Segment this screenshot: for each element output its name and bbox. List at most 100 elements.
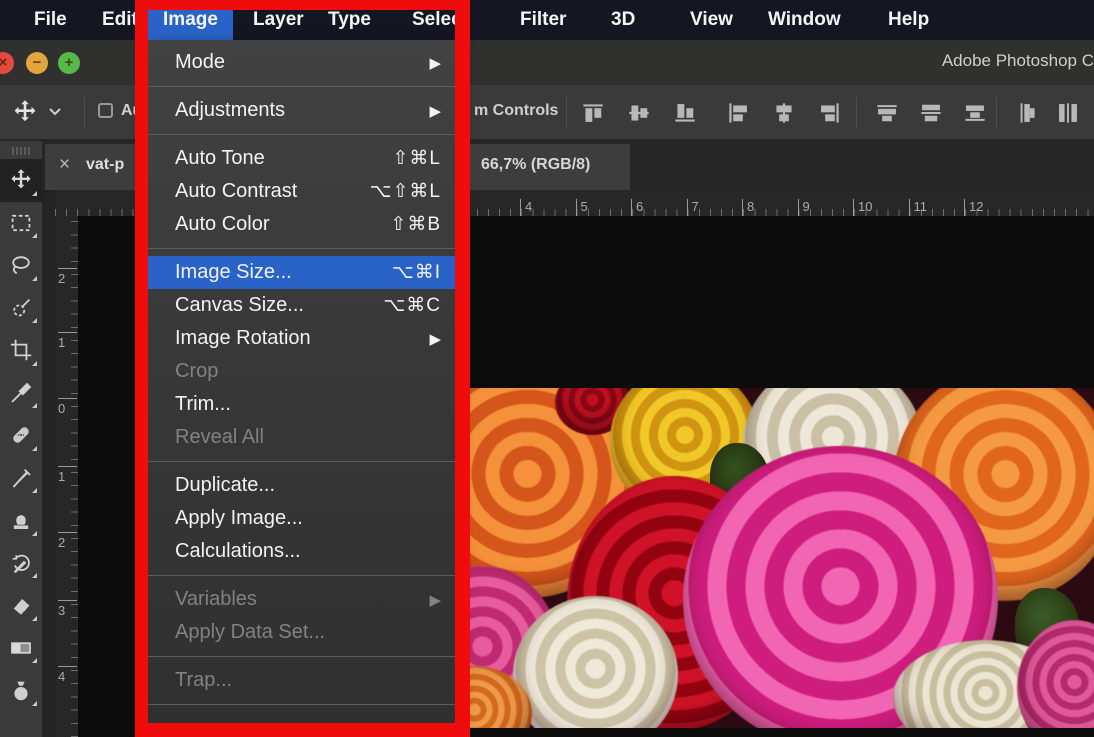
menu-item-label: Apply Data Set... (175, 621, 326, 643)
ruler-number: 1 (58, 466, 77, 484)
photoshop-window: × − + Adobe Photoshop C Aut m Controls × v… (0, 0, 1094, 737)
divider (856, 97, 857, 128)
menu-item-adjustments[interactable]: Adjustments ▶ (148, 94, 455, 127)
menu-item-auto-tone[interactable]: Auto Tone ⇧⌘L (148, 142, 455, 175)
menu-separator (148, 575, 455, 576)
menu-item-label: Auto Color (175, 213, 270, 235)
auto-select-label: Aut (121, 102, 148, 119)
menu-3d[interactable]: 3D (601, 0, 645, 40)
minimize-window-button[interactable]: − (26, 52, 48, 74)
distribute-top-edges-button[interactable] (872, 98, 902, 128)
dodge-tool[interactable] (0, 669, 42, 712)
eyedropper-tool[interactable] (0, 372, 42, 415)
align-left-edges-button[interactable] (723, 98, 753, 128)
brush-tool[interactable] (0, 457, 42, 500)
menu-layer[interactable]: Layer (243, 0, 314, 40)
menu-item-label: Reveal All (175, 426, 264, 448)
menu-item-label: Image Rotation (175, 327, 311, 349)
move-tool-icon (12, 99, 38, 125)
menu-item-shortcut: ⌥⌘I (391, 262, 441, 283)
align-horizontal-centers-button[interactable] (769, 98, 799, 128)
menu-item-image-rotation[interactable]: Image Rotation ▶ (148, 322, 455, 355)
panel-grip[interactable] (12, 147, 30, 155)
menu-item-label: Duplicate... (175, 474, 276, 496)
rectangular-marquee-icon (11, 214, 31, 231)
distribute-left-edges-button[interactable] (1010, 98, 1040, 128)
quick-selection-tool[interactable] (0, 287, 42, 330)
app-title: Adobe Photoshop C (941, 51, 1094, 70)
menu-separator (148, 656, 455, 657)
menu-item-reveal-all[interactable]: Reveal All (148, 421, 455, 454)
menu-view[interactable]: View (680, 0, 743, 40)
menu-file[interactable]: File (24, 0, 77, 40)
menu-item-label: Trap... (175, 669, 233, 691)
move-tool[interactable] (0, 159, 42, 202)
crop-icon (10, 340, 32, 361)
eraser-tool[interactable] (0, 584, 42, 627)
menu-item-shortcut: ⇧⌘L (392, 148, 441, 169)
ruler-number: 2 (58, 268, 77, 286)
menu-item-mode[interactable]: Mode ▶ (148, 46, 455, 79)
move-icon (11, 169, 31, 189)
menu-item-auto-color[interactable]: Auto Color ⇧⌘B (148, 208, 455, 241)
quick-selection-icon (13, 298, 31, 317)
align-bottom-edges-button[interactable] (670, 98, 700, 128)
spot-healing-tool[interactable] (0, 414, 42, 457)
menu-help[interactable]: Help (878, 0, 939, 40)
menu-select[interactable]: Select (402, 0, 478, 40)
menu-item-trim[interactable]: Trim... (148, 388, 455, 421)
distribute-bottom-edges-button[interactable] (960, 98, 990, 128)
menu-item-label: Canvas Size... (175, 294, 304, 316)
dodge-icon (14, 681, 28, 701)
menu-window[interactable]: Window (758, 0, 851, 40)
menu-separator (148, 704, 455, 705)
menu-item-shortcut: ⌥⌘C (383, 295, 441, 316)
menu-edit[interactable]: Edit (92, 0, 148, 40)
lasso-tool[interactable] (0, 244, 42, 287)
clone-stamp-icon (13, 515, 29, 530)
align-top-edges-button[interactable] (578, 98, 608, 128)
menu-item-crop[interactable]: Crop (148, 355, 455, 388)
brush-icon (12, 468, 31, 488)
distribute-right-edges-button[interactable] (1053, 98, 1083, 128)
menu-item-variables[interactable]: Variables ▶ (148, 583, 455, 616)
menu-item-auto-contrast[interactable]: Auto Contrast ⌥⇧⌘L (148, 175, 455, 208)
history-brush-tool[interactable] (0, 542, 42, 585)
align-vertical-centers-button[interactable] (624, 98, 654, 128)
menu-image[interactable]: Image (148, 0, 233, 40)
menu-filter[interactable]: Filter (510, 0, 576, 40)
menu-item-label: Apply Image... (175, 507, 303, 529)
close-window-button[interactable]: × (0, 52, 14, 74)
menu-item-trap[interactable]: Trap... (148, 664, 455, 697)
menu-item-calculations[interactable]: Calculations... (148, 535, 455, 568)
ruler-number: 9 (797, 199, 810, 216)
rectangular-marquee-tool[interactable] (0, 202, 42, 245)
submenu-arrow-icon: ▶ (429, 54, 441, 72)
zoom-window-button[interactable]: + (58, 52, 80, 74)
menu-item-canvas-size[interactable]: Canvas Size... ⌥⌘C (148, 289, 455, 322)
close-tab-icon[interactable]: × (59, 154, 70, 176)
distribute-vertical-centers-button[interactable] (916, 98, 946, 128)
menu-type[interactable]: Type (318, 0, 381, 40)
ruler-number: 2 (58, 532, 77, 550)
auto-select-checkbox[interactable] (98, 103, 113, 118)
menu-item-duplicate[interactable]: Duplicate... (148, 469, 455, 502)
align-right-edges-button[interactable] (815, 98, 845, 128)
transform-controls-label: m Controls (474, 102, 559, 119)
chevron-down-icon[interactable] (48, 107, 62, 116)
ruler-number: 1 (58, 332, 77, 350)
menu-item-label: Crop (175, 360, 219, 382)
gradient-tool[interactable] (0, 627, 42, 670)
ruler-number: 10 (853, 199, 872, 216)
menu-item-apply-data-set[interactable]: Apply Data Set... (148, 616, 455, 649)
menu-item-label: Image Size... (175, 261, 292, 283)
history-brush-icon (12, 554, 30, 573)
crop-tool[interactable] (0, 329, 42, 372)
clone-stamp-tool[interactable] (0, 499, 42, 542)
ruler-number: 0 (58, 398, 77, 416)
submenu-arrow-icon: ▶ (429, 591, 441, 609)
menu-item-apply-image[interactable]: Apply Image... (148, 502, 455, 535)
ruler-number: 7 (686, 199, 699, 216)
menu-item-image-size[interactable]: Image Size... ⌥⌘I (148, 256, 455, 289)
ruler-number: 12 (964, 199, 983, 216)
